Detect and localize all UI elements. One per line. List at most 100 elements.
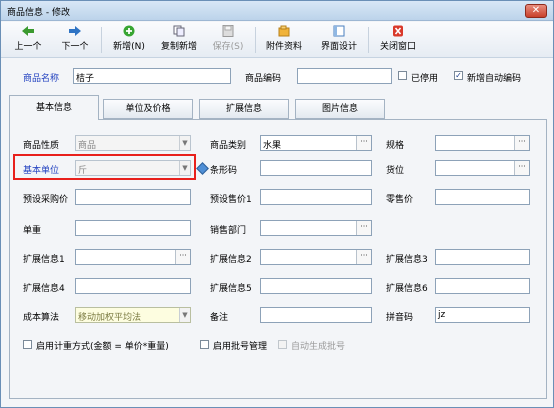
copy-new-button[interactable]: 复制新增 <box>156 24 202 56</box>
ellipsis-icon[interactable]: ··· <box>356 221 371 235</box>
barcode-input[interactable] <box>260 160 372 176</box>
attachments-button[interactable]: 附件资料 <box>260 24 308 56</box>
basic-info-panel: 商品性质 商品 ▼ 商品类别 水果 ··· 规格 ··· 基本单位 斤 ▼ 条形… <box>9 119 547 399</box>
tab-extended-info[interactable]: 扩展信息 <box>199 99 289 119</box>
save-label: 保存(S) <box>212 42 244 52</box>
disabled-label: 已停用 <box>411 74 439 84</box>
batch-checkbox[interactable] <box>200 340 209 349</box>
nature-value: 商品 <box>78 141 97 151</box>
weight-input[interactable] <box>75 220 191 236</box>
product-code-label: 商品编码 <box>245 74 282 84</box>
category-value: 水果 <box>263 141 282 151</box>
ellipsis-icon[interactable]: ··· <box>356 136 371 150</box>
copy-new-label: 复制新增 <box>160 42 197 52</box>
pinyin-label: 拼音码 <box>386 313 414 323</box>
retail-price-label: 零售价 <box>386 195 414 205</box>
location-label: 货位 <box>386 166 405 176</box>
ext3-input[interactable] <box>435 249 530 265</box>
retail-price-input[interactable] <box>435 189 530 205</box>
product-name-label: 商品名称 <box>23 74 60 84</box>
location-input[interactable]: ··· <box>435 160 530 176</box>
sale-price-input[interactable] <box>260 189 372 205</box>
ext3-label: 扩展信息3 <box>386 255 428 265</box>
base-unit-select[interactable]: 斤 ▼ <box>75 160 191 176</box>
product-header-row: 商品名称 桔子 商品编码 已停用 ✓ 新增自动编码 <box>1 59 553 93</box>
pinyin-input[interactable]: jz <box>435 307 530 323</box>
purchase-price-input[interactable] <box>75 189 191 205</box>
design-icon <box>333 25 345 37</box>
toolbar: 上一个 下一个 新增(N) 复制新增 保存(S) 附件资料 界面设计 关闭窗口 <box>1 22 553 58</box>
remark-input[interactable] <box>260 307 372 323</box>
new-button[interactable]: 新增(N) <box>107 24 151 56</box>
purchase-price-label: 预设采购价 <box>23 195 69 205</box>
dept-input[interactable]: ··· <box>260 220 372 236</box>
ext1-input[interactable]: ··· <box>75 249 191 265</box>
add-icon <box>123 25 135 37</box>
prev-button[interactable]: 上一个 <box>9 24 47 56</box>
chevron-down-icon[interactable]: ▼ <box>179 161 190 175</box>
base-unit-label: 基本单位 <box>23 166 60 176</box>
weight-label: 单重 <box>23 226 42 236</box>
batch-label: 启用批号管理 <box>213 342 268 352</box>
attachment-icon <box>278 25 290 37</box>
auto-batch-label: 自动生成批号 <box>291 342 346 352</box>
ext5-label: 扩展信息5 <box>210 284 252 294</box>
ellipsis-icon[interactable]: ··· <box>514 161 529 175</box>
interface-design-button[interactable]: 界面设计 <box>315 24 363 56</box>
ext5-input[interactable] <box>260 278 372 294</box>
tab-unit-price[interactable]: 单位及价格 <box>103 99 193 119</box>
window-title: 商品信息 - 修改 <box>7 8 70 18</box>
new-label: 新增(N) <box>113 42 145 52</box>
close-icon <box>393 25 403 37</box>
product-name-input[interactable]: 桔子 <box>73 68 231 84</box>
interface-design-label: 界面设计 <box>320 42 357 52</box>
auto-code-label: 新增自动编码 <box>467 74 522 84</box>
spec-input[interactable]: ··· <box>435 135 530 151</box>
ext4-label: 扩展信息4 <box>23 284 65 294</box>
barcode-icon[interactable] <box>196 162 209 175</box>
attachments-label: 附件资料 <box>265 42 302 52</box>
next-button[interactable]: 下一个 <box>56 24 94 56</box>
ext1-label: 扩展信息1 <box>23 255 65 265</box>
nature-select[interactable]: 商品 ▼ <box>75 135 191 151</box>
barcode-label: 条形码 <box>210 166 238 176</box>
chevron-down-icon[interactable]: ▼ <box>179 136 190 150</box>
arrow-right-icon <box>69 26 81 36</box>
arrow-left-icon <box>22 26 34 36</box>
cost-method-select[interactable]: 移动加权平均法 ▼ <box>75 307 191 323</box>
weigh-mode-label: 启用计重方式(金额 = 单价*重量) <box>36 342 169 352</box>
ellipsis-icon[interactable]: ··· <box>356 250 371 264</box>
spec-label: 规格 <box>386 141 405 151</box>
next-label: 下一个 <box>61 42 89 52</box>
ext6-label: 扩展信息6 <box>386 284 428 294</box>
auto-batch-checkbox[interactable] <box>278 340 287 349</box>
copy-icon <box>173 25 185 37</box>
chevron-down-icon[interactable]: ▼ <box>179 308 190 322</box>
base-unit-value: 斤 <box>78 166 88 176</box>
close-window-button[interactable]: ✕ <box>525 4 547 18</box>
tab-basic-info[interactable]: 基本信息 <box>9 95 99 120</box>
prev-label: 上一个 <box>14 42 42 52</box>
close-window-toolbar-button[interactable]: 关闭窗口 <box>374 24 422 56</box>
save-button[interactable]: 保存(S) <box>206 24 250 56</box>
weigh-mode-checkbox[interactable] <box>23 340 32 349</box>
category-label: 商品类别 <box>210 141 247 151</box>
title-bar: 商品信息 - 修改 ✕ <box>1 1 553 21</box>
toolbar-separator <box>368 27 369 53</box>
category-input[interactable]: 水果 ··· <box>260 135 372 151</box>
ellipsis-icon[interactable]: ··· <box>175 250 190 264</box>
disabled-checkbox[interactable] <box>398 71 407 80</box>
toolbar-separator <box>101 27 102 53</box>
cost-method-label: 成本算法 <box>23 313 60 323</box>
tab-image-info[interactable]: 图片信息 <box>295 99 385 119</box>
ext4-input[interactable] <box>75 278 191 294</box>
ext2-input[interactable]: ··· <box>260 249 372 265</box>
product-code-input[interactable] <box>297 68 392 84</box>
ext6-input[interactable] <box>435 278 530 294</box>
remark-label: 备注 <box>210 313 229 323</box>
ellipsis-icon[interactable]: ··· <box>514 136 529 150</box>
close-window-label: 关闭窗口 <box>379 42 416 52</box>
auto-code-checkbox[interactable]: ✓ <box>454 71 463 80</box>
sale-price-label: 预设售价1 <box>210 195 252 205</box>
save-icon <box>222 25 234 37</box>
